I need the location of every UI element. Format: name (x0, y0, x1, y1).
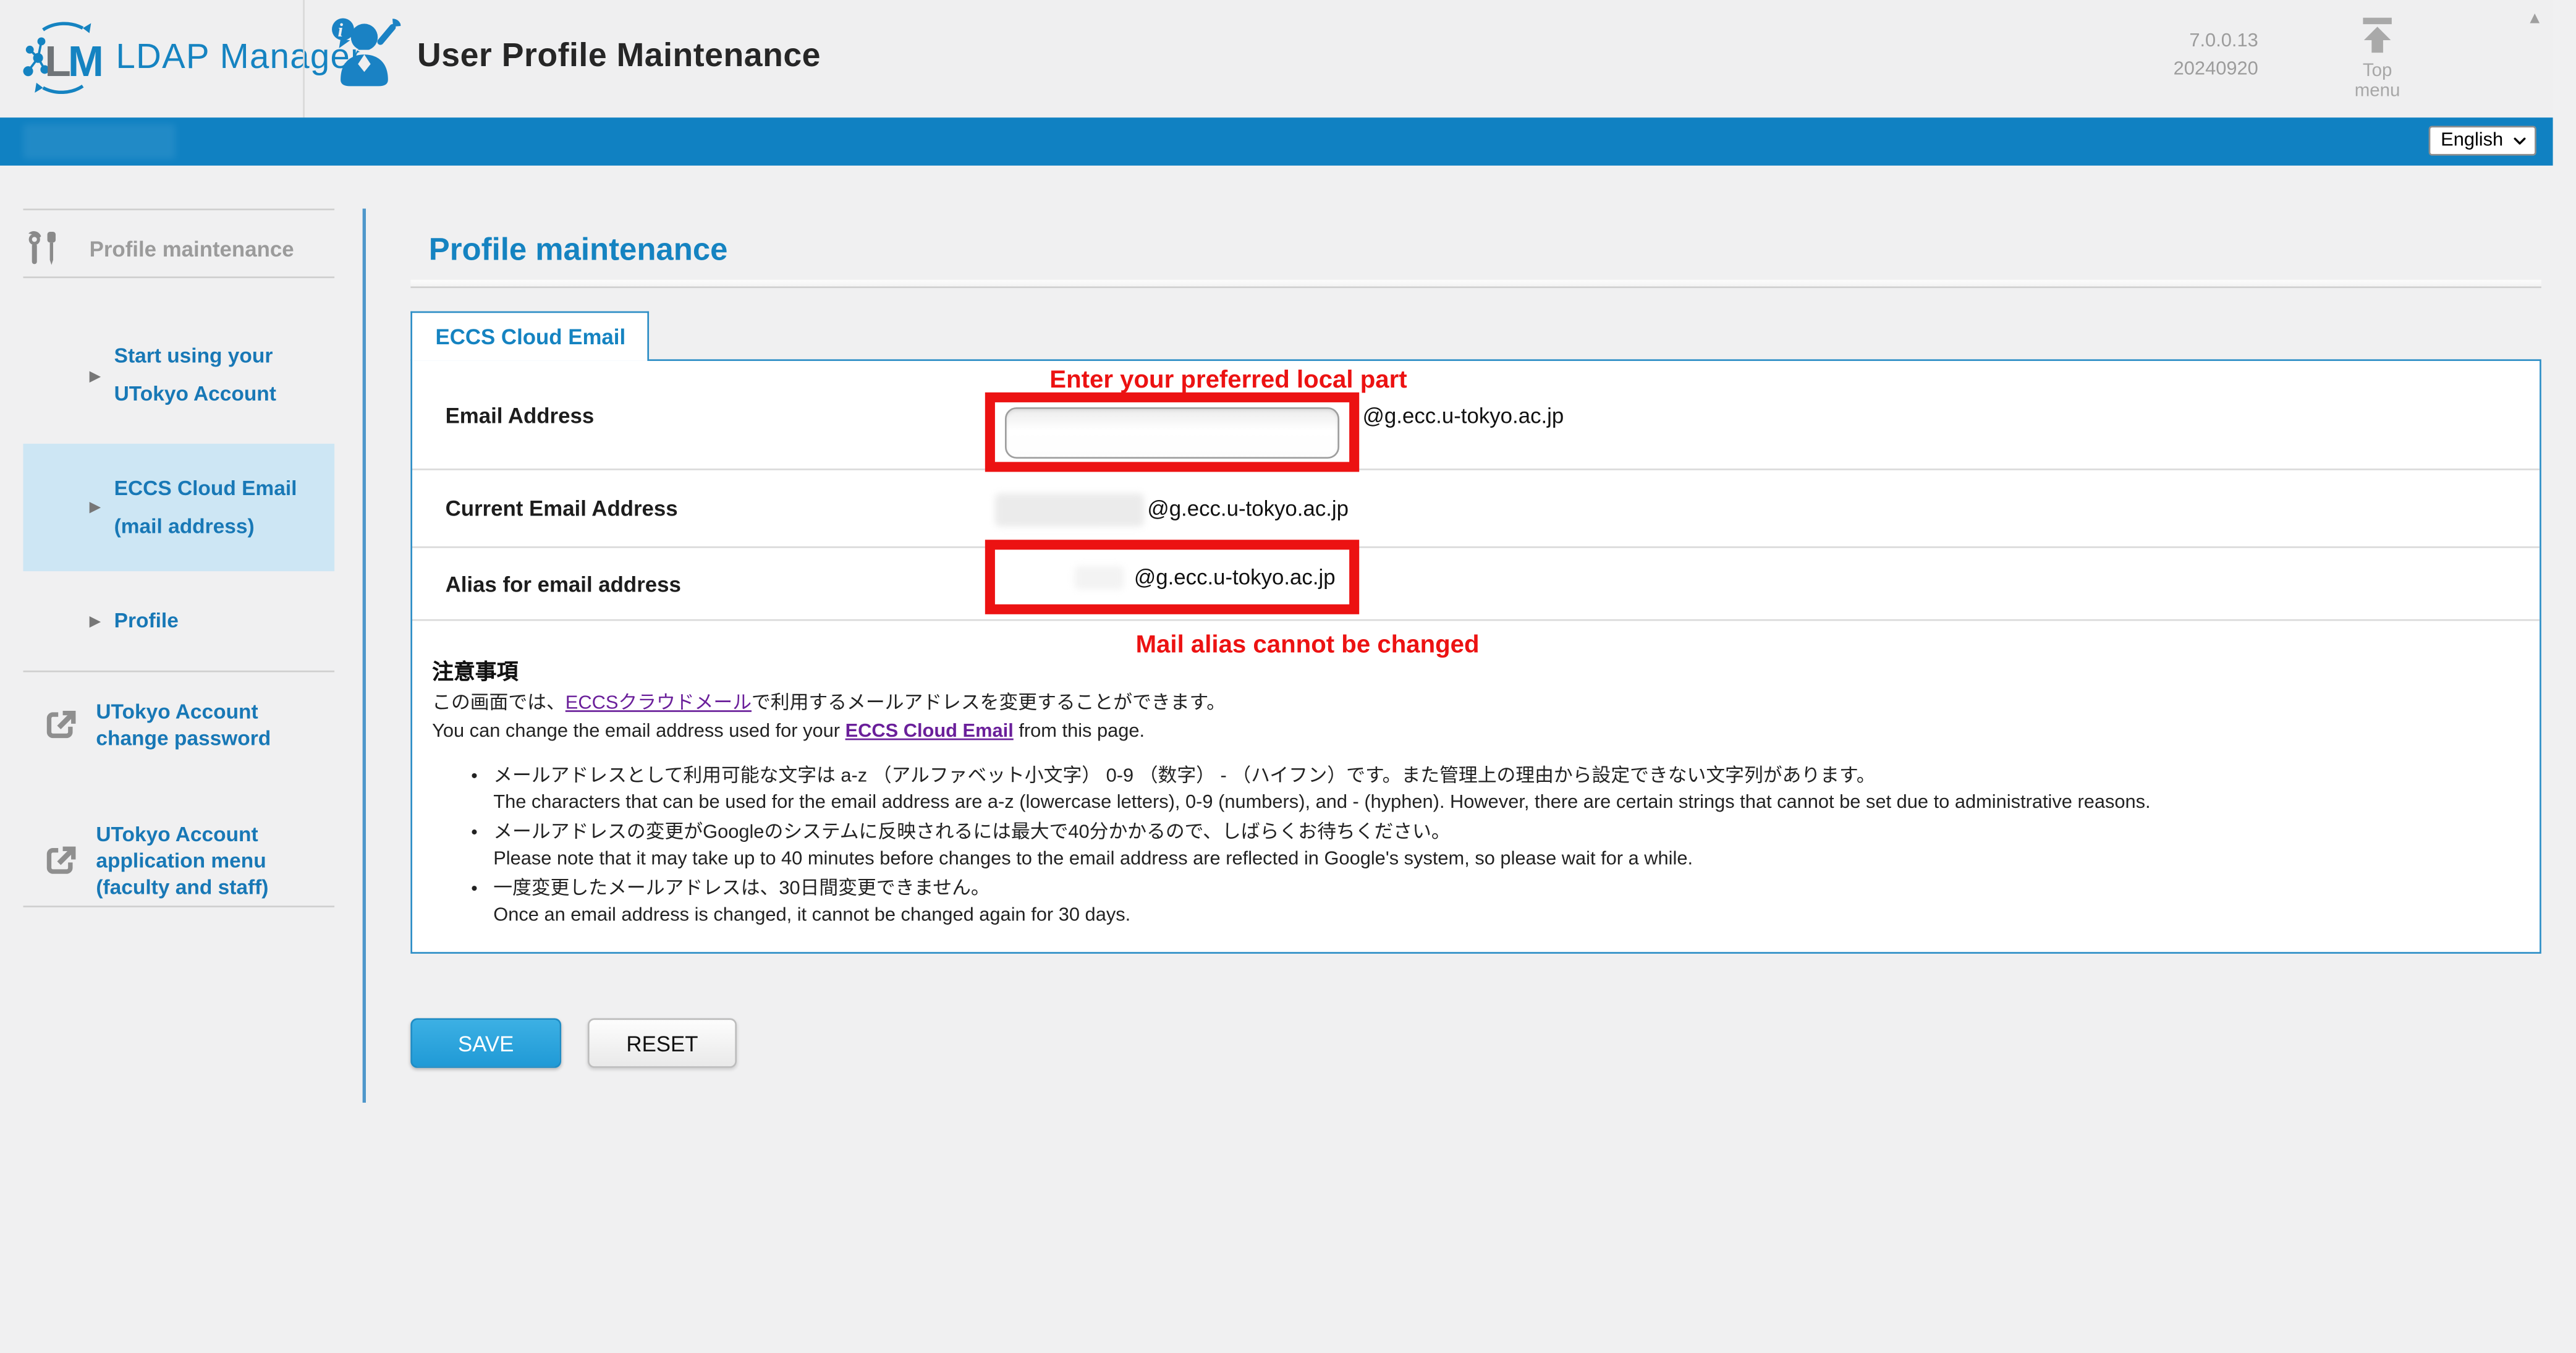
reset-button[interactable]: RESET (588, 1018, 737, 1067)
scroll-top-icon[interactable]: ▲ (2527, 10, 2543, 28)
triangle-bullet-icon: ▶ (90, 613, 101, 630)
top-menu-label: Top menu (2337, 61, 2417, 101)
redacted-current-local-part (995, 493, 1144, 527)
title-divider (410, 280, 2541, 288)
sidebar-link-change-password[interactable]: UTokyo Account change password (23, 698, 335, 752)
svg-text:M: M (68, 37, 104, 85)
notes-intro-jp: この画面では、ECCSクラウドメールで利用するメールアドレスを変更することができ… (432, 690, 2513, 719)
alias-email-label: Alias for email address (446, 571, 681, 596)
eccs-cloud-email-panel: Enter your preferred local part Email Ad… (410, 359, 2541, 954)
top-menu-icon (2356, 13, 2399, 56)
alias-email-row: Alias for email address @g.ecc.u-tokyo.a… (412, 548, 2540, 619)
eccs-cloud-mail-link-jp[interactable]: ECCSクラウドメール (566, 693, 752, 713)
annotation-alias-cannot-change: Mail alias cannot be changed (1136, 631, 1480, 660)
top-menu-button[interactable]: Top menu (2337, 13, 2417, 101)
note-item-google-delay: メールアドレスの変更がGoogleのシステムに反映されるには最大で40分かかるの… (493, 820, 2513, 873)
triangle-bullet-icon: ▶ (90, 498, 101, 516)
app-header: L M LDAP Manager (0, 0, 2553, 117)
page-title: User Profile Maintenance (417, 38, 821, 77)
email-domain-suffix: @g.ecc.u-tokyo.ac.jp (1363, 402, 1564, 427)
logo-product-name: LDAP Manager (116, 38, 363, 78)
sidebar-link-label: UTokyo Account application menu (faculty… (96, 821, 328, 901)
row-divider (412, 619, 2540, 621)
sidebar: Profile maintenance ▶ Start using your U… (0, 166, 364, 1103)
note-item-charset: メールアドレスとして利用可能な文字は a-z （アルファベット小文字） 0-9 … (493, 763, 2513, 816)
sidebar-link-label: UTokyo Account change password (96, 698, 328, 752)
current-email-label: Current Email Address (446, 496, 678, 520)
notes-bullet-list: メールアドレスとして利用可能な文字は a-z （アルファベット小文字） 0-9 … (432, 763, 2513, 929)
sidebar-section-label: Profile maintenance (90, 236, 294, 261)
note-item-30-days: 一度変更したメールアドレスは、30日間変更できません。 Once an emai… (493, 876, 2513, 929)
email-address-label: Email Address (446, 402, 595, 427)
triangle-bullet-icon: ▶ (90, 367, 101, 384)
svg-text:i: i (337, 20, 343, 41)
main-content: Profile maintenance ECCS Cloud Email Ent… (410, 166, 2541, 1068)
redacted-alias-local-part (1074, 566, 1124, 589)
sidebar-divider (23, 276, 335, 278)
tab-label: ECCS Cloud Email (435, 324, 625, 349)
version-number: 7.0.0.13 (2174, 28, 2258, 57)
annotation-enter-local-part: Enter your preferred local part (1049, 366, 1407, 394)
sidebar-item-start-using-utokyo-account[interactable]: ▶ Start using your UTokyo Account (23, 337, 335, 414)
user-profile-icon: i (331, 17, 401, 98)
email-local-part-input[interactable] (1005, 407, 1339, 458)
annotation-box-alias: @g.ecc.u-tokyo.ac.jp (985, 540, 1359, 614)
language-select[interactable]: English (2429, 126, 2536, 156)
ldap-manager-logo-icon: L M (20, 17, 106, 100)
sidebar-item-label: Start using your UTokyo Account (114, 337, 326, 414)
notes-section: 注意事項 この画面では、ECCSクラウドメールで利用するメールアドレスを変更する… (412, 619, 2540, 929)
ldap-manager-logo[interactable]: L M LDAP Manager (20, 17, 363, 100)
sidebar-divider (23, 906, 335, 907)
eccs-cloud-email-link-en[interactable]: ECCS Cloud Email (845, 722, 1014, 742)
sidebar-section-title: Profile maintenance (23, 229, 294, 268)
form-actions: SAVE RESET (410, 1018, 2541, 1067)
sidebar-item-label: Profile (114, 603, 326, 641)
main-navbar: English (0, 117, 2553, 166)
sidebar-item-profile[interactable]: ▶ Profile (23, 603, 335, 641)
sidebar-divider (23, 671, 335, 672)
notes-intro-en: You can change the email address used fo… (432, 719, 2513, 747)
tab-eccs-cloud-email[interactable]: ECCS Cloud Email (410, 312, 649, 361)
sidebar-item-label: ECCS Cloud Email (mail address) (114, 469, 326, 545)
chevron-down-icon (2512, 132, 2528, 149)
current-email-domain: @g.ecc.u-tokyo.ac.jp (1147, 496, 1349, 520)
build-date: 20240920 (2174, 56, 2258, 85)
svg-text:L: L (44, 37, 71, 85)
sidebar-divider (23, 209, 335, 211)
alias-email-domain: @g.ecc.u-tokyo.ac.jp (1134, 564, 1336, 589)
external-link-icon (43, 707, 80, 744)
ldap-manager-page: L M LDAP Manager (0, 0, 2576, 1352)
tools-icon (23, 229, 63, 268)
sidebar-vertical-divider (363, 209, 366, 1103)
external-link-icon (43, 842, 80, 879)
redacted-username (23, 124, 176, 159)
save-button[interactable]: SAVE (410, 1018, 561, 1067)
content-title: Profile maintenance (429, 234, 2541, 270)
version-info: 7.0.0.13 20240920 (2174, 28, 2258, 85)
sidebar-item-eccs-cloud-email[interactable]: ▶ ECCS Cloud Email (mail address) (23, 444, 335, 571)
header-divider (303, 0, 305, 117)
annotation-box-email-input (985, 392, 1359, 472)
sidebar-link-application-menu[interactable]: UTokyo Account application menu (faculty… (23, 821, 335, 901)
current-email-row: Current Email Address @g.ecc.u-tokyo.ac.… (412, 470, 2540, 548)
email-address-row: Email Address @g.ecc.u-tokyo.ac.jp (412, 361, 2540, 470)
language-select-value: English (2441, 131, 2503, 151)
